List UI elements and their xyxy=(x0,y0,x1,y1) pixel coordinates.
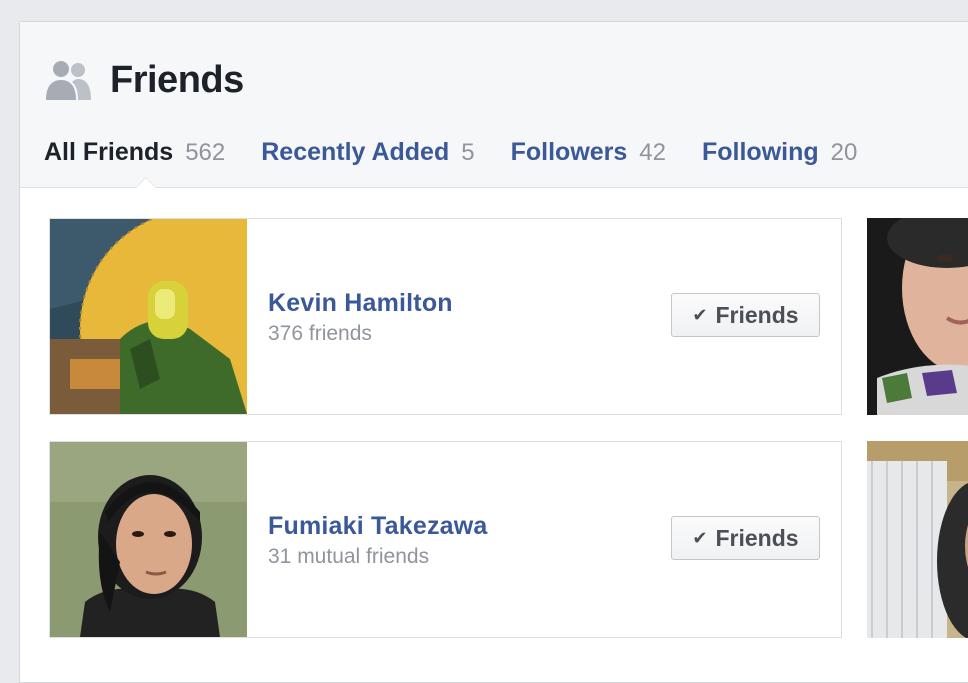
friend-card: Kevin Hamilton 376 friends ✔ Friends xyxy=(49,218,842,415)
tab-count: 5 xyxy=(461,139,475,166)
tab-recently-added[interactable]: Recently Added 5 xyxy=(261,138,474,167)
profile-photo[interactable] xyxy=(50,219,247,414)
tab-count: 562 xyxy=(185,139,226,166)
friends-button-label: Friends xyxy=(715,524,799,551)
tab-following[interactable]: Following 20 xyxy=(702,138,857,167)
tab-label: Following xyxy=(702,138,819,166)
tab-followers[interactable]: Followers 42 xyxy=(511,138,666,167)
friend-name-link[interactable]: Fumiaki Takezawa xyxy=(268,512,488,541)
tab-label: All Friends xyxy=(44,138,174,166)
tab-count: 42 xyxy=(639,139,666,166)
tab-label: Followers xyxy=(510,138,628,166)
page-title: Friends xyxy=(110,58,244,101)
friends-button[interactable]: ✔ Friends xyxy=(671,293,820,337)
tab-count: 20 xyxy=(830,139,858,166)
friends-button[interactable]: ✔ Friends xyxy=(671,516,820,560)
friends-panel: Friends All Friends 562 Recently Added 5… xyxy=(19,21,968,683)
friends-tabs: All Friends 562 Recently Added 5 Followe… xyxy=(44,138,893,167)
checkmark-icon: ✔ xyxy=(692,527,708,548)
friend-count-text: 376 friends xyxy=(268,322,372,345)
profile-photo[interactable] xyxy=(867,441,968,638)
mutual-friends-text: 31 mutual friends xyxy=(268,545,430,568)
profile-photo[interactable] xyxy=(867,218,968,415)
friends-silhouette-icon xyxy=(46,61,91,100)
checkmark-icon: ✔ xyxy=(692,304,708,325)
title-row: Friends xyxy=(44,58,244,102)
active-tab-pointer xyxy=(135,177,157,188)
tab-all-friends[interactable]: All Friends 562 xyxy=(44,138,225,167)
tab-label: Recently Added xyxy=(261,138,450,166)
friends-button-label: Friends xyxy=(715,301,799,328)
friend-card: Fumiaki Takezawa 31 mutual friends ✔ Fri… xyxy=(49,441,842,638)
profile-photo[interactable] xyxy=(50,442,247,637)
friends-header: Friends All Friends 562 Recently Added 5… xyxy=(20,22,968,188)
friend-name-link[interactable]: Kevin Hamilton xyxy=(268,289,453,318)
